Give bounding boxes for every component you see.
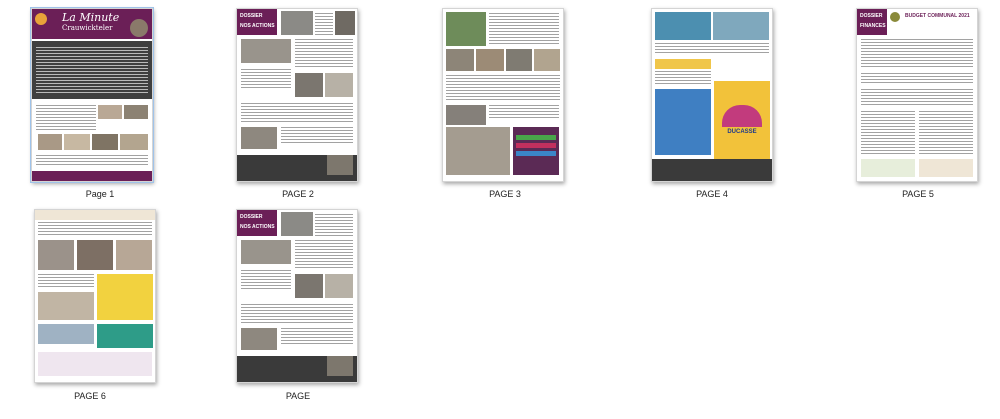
newsletter-title: La Minute: [62, 11, 120, 24]
page-caption: PAGE 3: [489, 189, 521, 199]
dossier-label: DOSSIER: [240, 214, 263, 220]
page-preview: DUCASSE: [651, 8, 773, 182]
newsletter-subtitle: Crauwickteler: [62, 24, 113, 32]
dossier-label: DOSSIER: [860, 13, 883, 19]
poster-word: DUCASSE: [727, 129, 757, 135]
page-preview: DOSSIER FINANCES BUDGET COMMUNAL 2021: [856, 8, 978, 182]
logo-icon: [35, 13, 47, 25]
page-preview: La Minute Crauwickteler: [30, 7, 154, 183]
footer-band: [32, 171, 152, 181]
page-preview: DOSSIER NOS ACTIONS: [236, 8, 358, 182]
section-label: NOS ACTIONS: [240, 224, 275, 230]
page-preview: [442, 8, 564, 182]
dossier-label: DOSSIER: [240, 13, 263, 19]
budget-title: BUDGET COMMUNAL 2021: [905, 13, 970, 19]
page-caption: PAGE 5: [902, 189, 934, 199]
section-label: NOS ACTIONS: [240, 23, 275, 29]
page-caption: PAGE 2: [282, 189, 314, 199]
page-caption: PAGE 6: [74, 391, 106, 401]
section-label: FINANCES: [860, 23, 886, 29]
page-caption: PAGE 4: [696, 189, 728, 199]
page-caption: PAGE: [285, 391, 311, 401]
page-preview: DOSSIER NOS ACTIONS: [236, 209, 358, 383]
mayor-photo: [130, 19, 148, 37]
page-preview: [34, 209, 156, 383]
page-caption: Page 1: [85, 189, 115, 199]
